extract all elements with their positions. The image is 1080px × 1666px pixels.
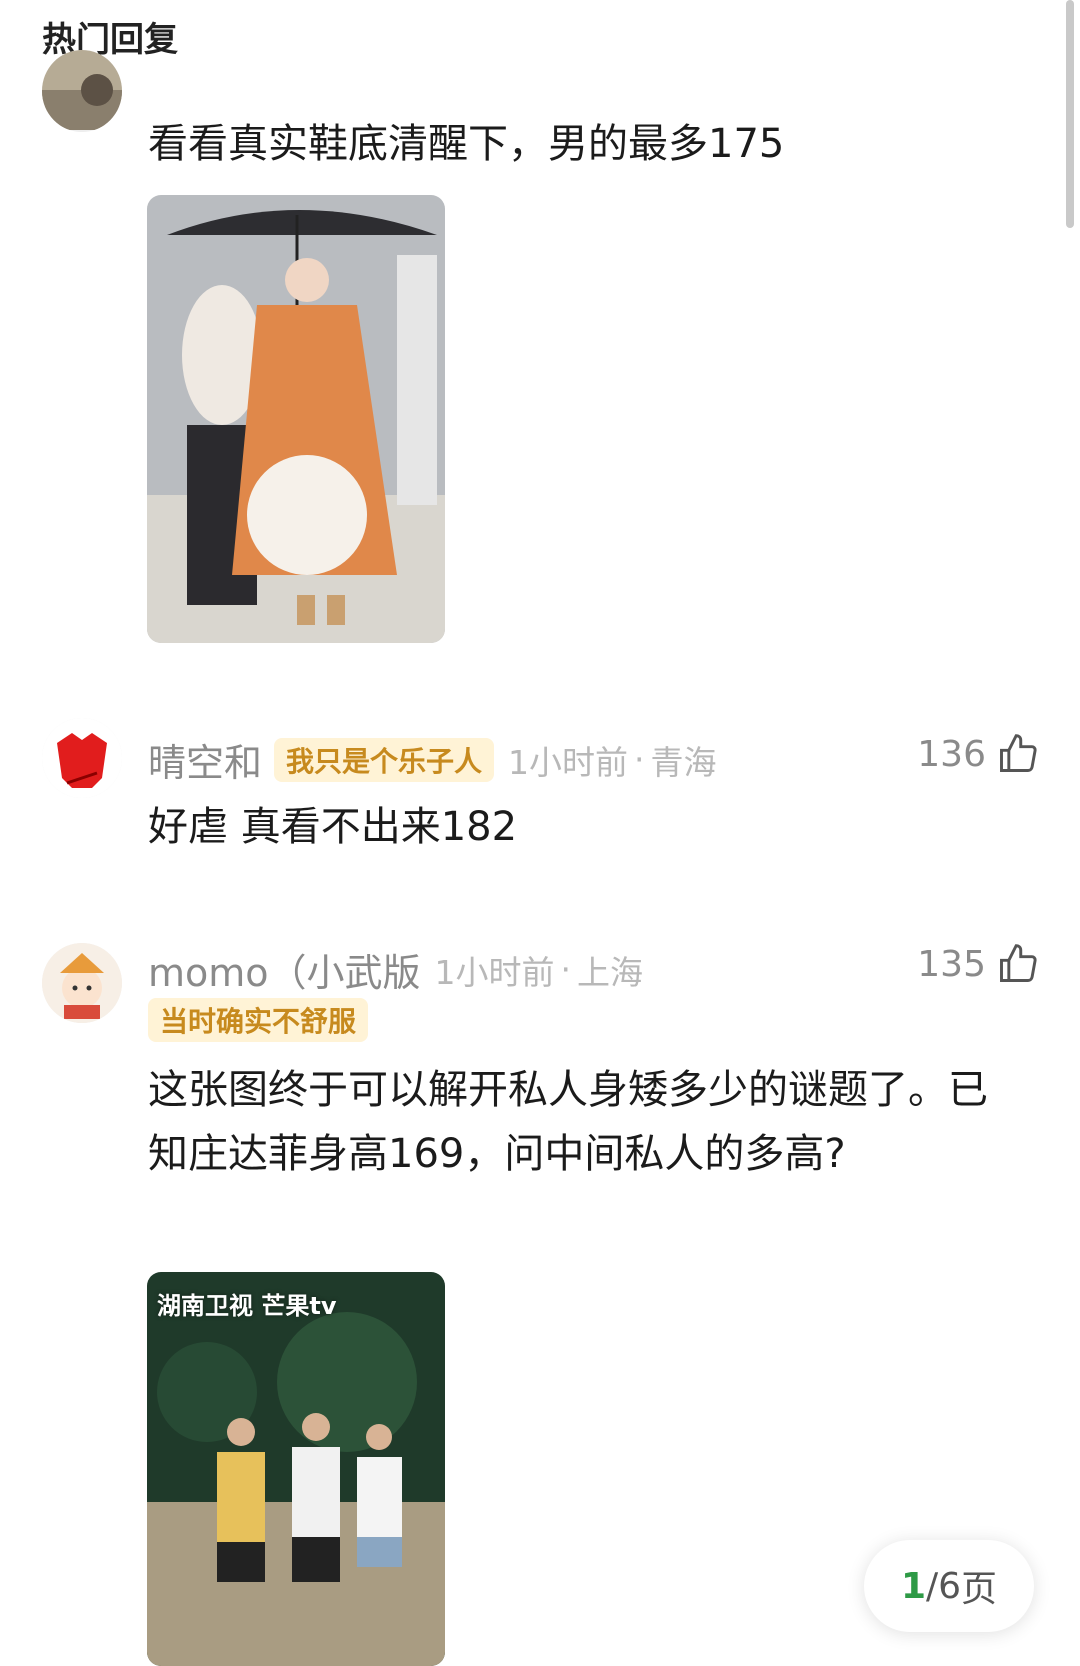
user-tag: 当时确实不舒服 (148, 998, 369, 1042)
comment-location: 上海 (577, 952, 644, 992)
comment-meta: momo（小武版 1小时前 · 上海 (148, 942, 643, 997)
like-count: 135 (917, 943, 986, 985)
like-button[interactable]: 136 (917, 732, 1040, 776)
username[interactable]: 晴空和 (148, 732, 262, 787)
comment-location: 青海 (650, 742, 717, 782)
comment-photo[interactable] (147, 195, 445, 643)
comment-meta: 晴空和 我只是个乐子人 1小时前 · 青海 (148, 732, 717, 787)
page-current: 1 (900, 1565, 926, 1607)
page-indicator[interactable]: 1 /6 页 (864, 1540, 1034, 1632)
comment-photo[interactable]: 湖南卫视 芒果tv (147, 1272, 445, 1666)
thumbs-up-icon (1000, 734, 1037, 772)
comment-text: 好虐 真看不出来182 (148, 804, 518, 850)
thumbs-up-icon (1000, 944, 1037, 982)
page-title: 热门回复 (42, 20, 178, 60)
like-button[interactable]: 135 (917, 942, 1040, 986)
comment-time: 1小时前 (434, 952, 555, 992)
comment-time: 1小时前 (508, 742, 629, 782)
separator: · (634, 740, 645, 779)
separator: · (560, 950, 572, 989)
image-watermark: 湖南卫视 芒果tv (157, 1292, 337, 1320)
user-tag: 我只是个乐子人 (274, 737, 495, 782)
like-count: 136 (917, 733, 986, 775)
comment-text: 看看真实鞋底清醒下，男的最多175 (148, 121, 785, 167)
avatar[interactable] (42, 943, 122, 1023)
avatar[interactable] (42, 718, 122, 798)
page-total: /6 (926, 1565, 962, 1607)
avatar[interactable] (42, 50, 122, 132)
username[interactable]: momo（小武版 (148, 942, 421, 997)
scrollbar[interactable] (1066, 0, 1074, 228)
comment-text: 这张图终于可以解开私人身矮多少的谜题了。已知庄达菲身高169，问中间私人的多高? (148, 1067, 988, 1177)
page-suffix: 页 (961, 1569, 998, 1610)
comment-tag-row: 当时确实不舒服 (136, 998, 369, 1042)
